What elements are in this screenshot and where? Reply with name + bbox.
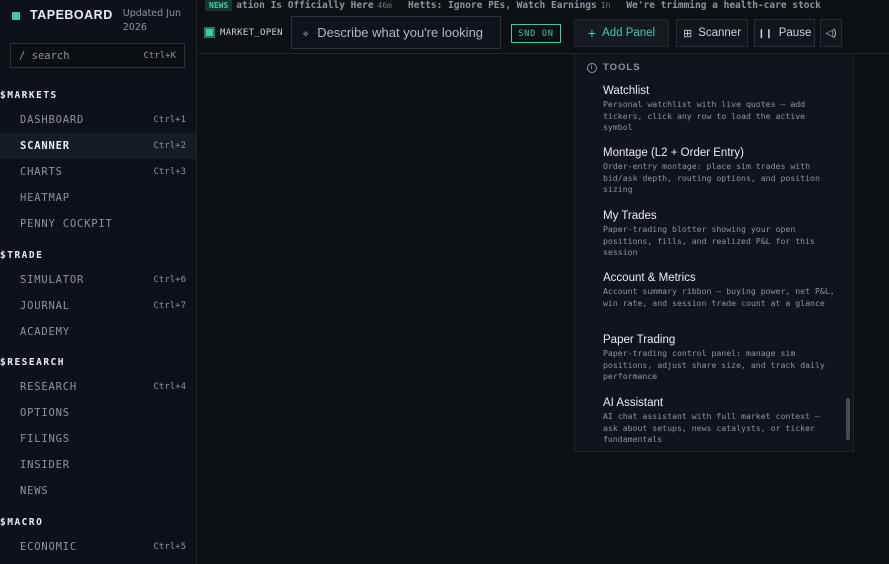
- ticker-headline: We're trimming a health-care stock: [626, 0, 821, 11]
- sparkle-icon: ✧: [302, 25, 310, 40]
- panel-option-desc: Order-entry montage: place sim trades wi…: [603, 161, 820, 194]
- toolbar: MARKET_OPEN ✧ SND ON + Add Panel ⊞ Scann…: [198, 12, 889, 54]
- panel-option-name: AI Assistant: [603, 397, 664, 409]
- sidebar-item-label: ECONOMIC: [20, 541, 77, 553]
- sidebar-item-label: PENNY COCKPIT: [20, 218, 113, 230]
- search-shortcut: Ctrl+K: [143, 50, 176, 61]
- sidebar-item-shortcut: Ctrl+5: [153, 542, 186, 552]
- search-input[interactable]: [19, 49, 129, 62]
- panel-option-watchlist[interactable]: Watchlist Personal watchlist with live q…: [603, 84, 835, 134]
- section-macro: $MACRO: [0, 517, 44, 528]
- sidebar-item-label: SCANNER: [20, 140, 70, 152]
- speaker-button[interactable]: ◁): [820, 19, 842, 47]
- info-icon: i: [587, 62, 597, 73]
- sidebar-item-journal[interactable]: JOURNAL Ctrl+7: [0, 293, 196, 319]
- section-research: $RESEARCH: [0, 357, 65, 368]
- ticker-age: 1h: [600, 1, 611, 10]
- sidebar-item-dashboard[interactable]: DASHBOARD Ctrl+1: [0, 107, 196, 133]
- dropdown-scrollbar[interactable]: [846, 398, 850, 440]
- sidebar-item-research[interactable]: RESEARCH Ctrl+4: [0, 374, 196, 400]
- panel-option-name: Montage (L2 + Order Entry): [603, 147, 744, 159]
- sidebar-item-simulator[interactable]: SIMULATOR Ctrl+6: [0, 267, 196, 293]
- panel-option-paper-trading[interactable]: Paper Trading Paper-trading control pane…: [603, 333, 835, 383]
- market-status-label: MARKET_OPEN: [220, 27, 283, 38]
- panel-option-montage[interactable]: Montage (L2 + Order Entry) Order-entry m…: [603, 146, 835, 196]
- sidebar-item-shortcut: Ctrl+4: [153, 382, 186, 392]
- news-ticker: NEWS ation Is Officially Here 46m Hetts: Ig…: [205, 0, 889, 12]
- ticker-headline: ation Is Officially Here: [236, 0, 374, 11]
- scanner-label: Scanner: [698, 27, 742, 39]
- section-markets: $MARKETS: [0, 90, 58, 101]
- speaker-icon: ◁): [825, 27, 837, 39]
- sidebar-item-penny-cockpit[interactable]: PENNY COCKPIT: [0, 211, 196, 237]
- sidebar-item-shortcut: Ctrl+3: [153, 167, 186, 177]
- ticker-headline: Hetts: Ignore PEs, Watch Earnings: [408, 0, 597, 11]
- sidebar-item-shortcut: Ctrl+6: [153, 275, 186, 285]
- sidebar-item-insider[interactable]: INSIDER: [0, 452, 196, 478]
- pause-icon: ❙❙: [757, 27, 773, 38]
- pause-label: Pause: [778, 27, 812, 39]
- ai-search-box[interactable]: ✧: [291, 16, 501, 49]
- section-trade: $TRADE: [0, 250, 44, 261]
- sidebar-item-academy[interactable]: ACADEMY: [0, 319, 196, 345]
- ticker-item[interactable]: We're trimming a health-care stock: [626, 0, 820, 11]
- panel-option-ai-assistant[interactable]: AI Assistant AI chat assistant with full…: [603, 396, 835, 446]
- sidebar-item-shortcut: Ctrl+2: [153, 141, 186, 151]
- panel-option-desc: Paper-trading blotter showing your open …: [603, 224, 815, 257]
- plus-icon: +: [587, 25, 597, 41]
- search-box[interactable]: Ctrl+K: [10, 43, 185, 68]
- sidebar-item-news[interactable]: NEWS: [0, 478, 196, 504]
- ticker-age: 46m: [377, 1, 392, 10]
- market-status: MARKET_OPEN: [204, 27, 283, 38]
- sidebar-item-label: SIMULATOR: [20, 274, 85, 286]
- ticker-item[interactable]: ation Is Officially Here 46m: [236, 0, 392, 11]
- market-status-indicator: [204, 27, 215, 38]
- sidebar-item-label: NEWS: [20, 485, 49, 497]
- sidebar-item-label: FILINGS: [20, 433, 70, 445]
- panel-option-name: My Trades: [603, 210, 657, 222]
- panel-option-desc: AI chat assistant with full market conte…: [603, 411, 820, 444]
- dropdown-header: i TOOLS: [587, 62, 641, 73]
- sidebar-item-shortcut: Ctrl+7: [153, 301, 186, 311]
- ticker-item[interactable]: Hetts: Ignore PEs, Watch Earnings 1h: [408, 0, 610, 11]
- sidebar-item-label: DASHBOARD: [20, 114, 85, 126]
- sound-toggle-button[interactable]: SND ON: [511, 24, 561, 43]
- sidebar-item-scanner[interactable]: SCANNER Ctrl+2: [0, 133, 196, 159]
- brand-name: TAPEBOARD: [30, 8, 113, 22]
- news-badge: NEWS: [205, 0, 233, 11]
- dropdown-header-label: TOOLS: [603, 62, 641, 73]
- sidebar-item-label: JOURNAL: [20, 300, 70, 312]
- panel-option-name: Account & Metrics: [603, 272, 696, 284]
- brand: TAPEBOARD Updated Jun 2026: [12, 7, 193, 35]
- sidebar-item-label: CHARTS: [20, 166, 63, 178]
- pause-button[interactable]: ❙❙ Pause: [754, 19, 815, 47]
- panel-option-desc: Account summary ribbon — buying power, n…: [603, 286, 835, 308]
- sidebar-item-economic[interactable]: ECONOMIC Ctrl+5: [0, 534, 196, 560]
- panel-option-account-metrics[interactable]: Account & Metrics Account summary ribbon…: [603, 271, 835, 309]
- sidebar-item-shortcut: Ctrl+1: [153, 115, 186, 125]
- sidebar-item-label: INSIDER: [20, 459, 70, 471]
- sidebar-item-label: ACADEMY: [20, 326, 70, 338]
- sidebar-item-options[interactable]: OPTIONS: [0, 400, 196, 426]
- panel-option-name: Paper Trading: [603, 334, 676, 346]
- add-panel-dropdown: i TOOLS Watchlist Personal watchlist wit…: [574, 54, 854, 452]
- grid-icon: ⊞: [682, 27, 693, 40]
- sidebar-item-charts[interactable]: CHARTS Ctrl+3: [0, 159, 196, 185]
- add-panel-label: Add Panel: [602, 27, 656, 39]
- ai-search-input[interactable]: [317, 25, 493, 40]
- brand-logo-icon: [12, 12, 20, 20]
- panel-option-my-trades[interactable]: My Trades Paper-trading blotter showing …: [603, 209, 835, 259]
- sidebar-item-heatmap[interactable]: HEATMAP: [0, 185, 196, 211]
- panel-option-desc: Paper-trading control panel: manage sim …: [603, 348, 825, 381]
- brand-updated: Updated Jun 2026: [122, 8, 182, 33]
- sidebar: TAPEBOARD Updated Jun 2026 Ctrl+K $MARKE…: [0, 0, 197, 564]
- sidebar-item-label: OPTIONS: [20, 407, 70, 419]
- sidebar-item-filings[interactable]: FILINGS: [0, 426, 196, 452]
- panel-option-name: Watchlist: [603, 85, 650, 97]
- panel-option-desc: Personal watchlist with live quotes — ad…: [603, 99, 806, 132]
- add-panel-button[interactable]: + Add Panel: [574, 19, 669, 47]
- sidebar-item-label: RESEARCH: [20, 381, 77, 393]
- sidebar-item-label: HEATMAP: [20, 192, 70, 204]
- scanner-button[interactable]: ⊞ Scanner: [676, 19, 748, 47]
